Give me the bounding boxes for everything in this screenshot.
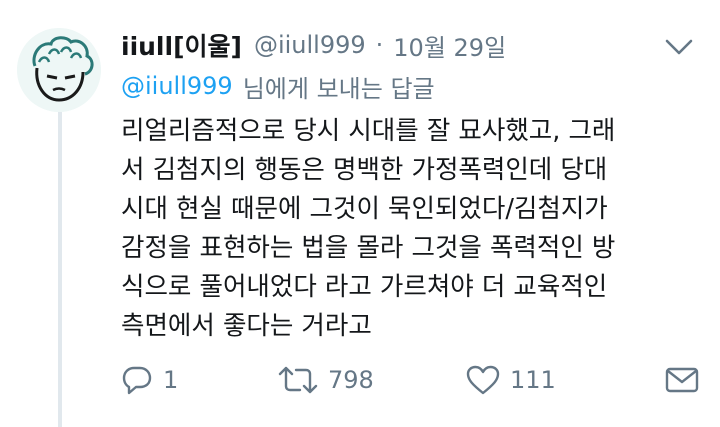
tweet-text: 리얼리즘적으로 당시 시대를 잘 묘사했고, 그래 서 김첨지의 행동은 명백한… bbox=[121, 112, 701, 346]
like-button[interactable]: 111 bbox=[466, 362, 556, 398]
tweet-text-line: 리얼리즘적으로 당시 시대를 잘 묘사했고, 그래 bbox=[121, 116, 616, 146]
like-count: 111 bbox=[510, 366, 556, 394]
reply-count: 1 bbox=[163, 366, 179, 394]
tweet-text-line: 식으로 풀어내었다 라고 가르쳐야 더 교육적인 bbox=[121, 272, 608, 302]
tweet-text-line: 시대 현실 때문에 그것이 묵인되었다/김첨지가 bbox=[121, 194, 608, 224]
reply-to-suffix: 님에게 보내는 답글 bbox=[242, 74, 435, 103]
reply-to-handle[interactable]: @iiull999 bbox=[121, 72, 233, 100]
separator-dot: · bbox=[375, 31, 384, 59]
user-handle[interactable]: @iiull999 bbox=[254, 31, 366, 59]
retweet-count: 798 bbox=[328, 366, 374, 394]
retweet-icon bbox=[278, 364, 318, 396]
tweet-actions: 1 798 111 bbox=[121, 362, 701, 398]
thread-line bbox=[58, 112, 62, 427]
display-name[interactable]: iiull[이울] bbox=[121, 27, 242, 63]
avatar[interactable] bbox=[17, 28, 101, 112]
heart-icon bbox=[466, 364, 500, 396]
tweet-text-line: 서 김첨지의 행동은 명백한 가정폭력인데 당대 bbox=[121, 155, 608, 185]
envelope-icon bbox=[665, 365, 699, 395]
direct-message-button[interactable] bbox=[665, 362, 699, 398]
tweet-text-line: 감정을 표현하는 법을 몰라 그것을 폭력적인 방 bbox=[121, 233, 616, 263]
avatar-image bbox=[17, 28, 101, 112]
reply-icon bbox=[121, 364, 153, 396]
retweet-button[interactable]: 798 bbox=[278, 362, 374, 398]
tweet-header: iiull[이울] @iiull999 · 10월 29일 bbox=[121, 28, 506, 62]
chevron-down-icon[interactable] bbox=[662, 34, 696, 60]
tweet-date[interactable]: 10월 29일 bbox=[393, 28, 506, 63]
reply-button[interactable]: 1 bbox=[121, 362, 178, 398]
reply-context: @iiull999 님에게 보내는 답글 bbox=[121, 70, 435, 103]
tweet-text-line: 측면에서 좋다는 거라고 bbox=[121, 311, 372, 341]
